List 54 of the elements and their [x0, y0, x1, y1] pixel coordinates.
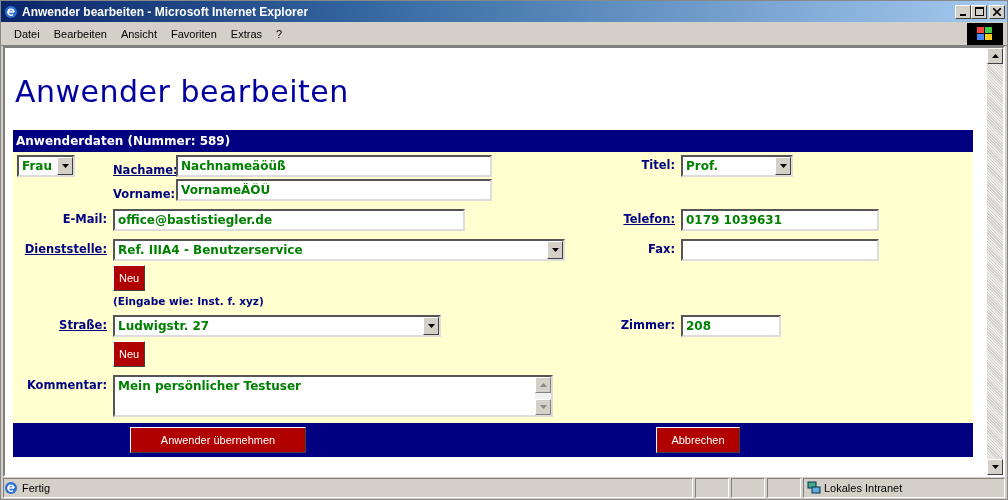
new-button[interactable]: Neu [113, 265, 146, 291]
field-label: Fax: [648, 241, 675, 258]
arrow-down-icon [539, 405, 547, 409]
menu-item[interactable]: Bearbeiten [46, 27, 114, 40]
input-hint: (Eingabe wie: Inst. f. xyz) [113, 295, 264, 307]
menu-item[interactable]: Extras [223, 27, 270, 40]
dropdown[interactable]: Frau [17, 155, 75, 177]
arrow-up-icon [539, 383, 547, 387]
cancel-button[interactable]: Abbrechen [656, 427, 740, 453]
field-label-link[interactable]: Telefon: [623, 209, 675, 231]
page-icon [4, 481, 18, 495]
scroll-down-button[interactable] [987, 459, 1003, 475]
zone-text: Lokales Intranet [824, 482, 903, 494]
status-text: Fertig [22, 482, 51, 494]
page-heading: Anwender bearbeiten [15, 74, 350, 110]
menu-item[interactable]: Ansicht [113, 27, 164, 40]
window-title: Anwender bearbeiten - Microsoft Internet Explorer [22, 4, 310, 19]
menu-item[interactable]: Favoriten [164, 27, 224, 40]
arrow-up-icon [991, 54, 999, 58]
comment-field[interactable]: Mein persönlicher Testuser [113, 375, 553, 417]
field-label-link[interactable]: Straße: [59, 315, 107, 367]
menu-item[interactable]: ? [269, 27, 290, 40]
text-field[interactable] [681, 239, 879, 261]
new-button[interactable]: Neu [113, 341, 146, 367]
network-icon [807, 481, 821, 495]
dropdown[interactable]: Ref. IIIA4 - Benutzerservice [113, 239, 565, 261]
field-label-link[interactable]: Dienststelle: [24, 239, 107, 307]
dropdown[interactable]: Prof. [681, 155, 793, 177]
text-field[interactable]: Nachnameäöüß [176, 155, 492, 177]
minimize-icon [960, 13, 966, 16]
field-label: Kommentar: [26, 377, 107, 394]
browser-icon [4, 4, 18, 19]
field-label: Zimmer: [620, 317, 675, 334]
field-label: E-Mail: [62, 211, 107, 228]
dropdown[interactable]: Ludwigstr. 27 [113, 315, 441, 337]
textarea-scrollbar[interactable] [535, 377, 551, 415]
close-icon [993, 7, 1001, 16]
text-field[interactable]: office@bastistiegler.de [113, 209, 465, 231]
text-field[interactable]: VornameÄÖÜ [176, 179, 492, 201]
maximize-icon [974, 7, 984, 16]
section-header: Anwenderdaten (Nummer: 589) [13, 130, 973, 152]
close-button[interactable] [989, 4, 1005, 19]
text-field[interactable]: 208 [681, 315, 781, 337]
field-label: Vorname: [113, 186, 173, 201]
arrow-down-icon [991, 465, 999, 469]
maximize-button[interactable] [971, 4, 987, 19]
scrollbar[interactable] [987, 48, 1003, 475]
minimize-button[interactable] [955, 4, 971, 19]
scroll-up-button[interactable] [987, 48, 1003, 64]
text-field[interactable]: 0179 1039631 [681, 209, 879, 231]
field-label: Titel: [641, 157, 675, 174]
windows-logo-icon [967, 22, 1003, 45]
submit-button[interactable]: Anwender übernehmen [130, 427, 306, 453]
menu-item[interactable]: Datei [7, 27, 47, 40]
